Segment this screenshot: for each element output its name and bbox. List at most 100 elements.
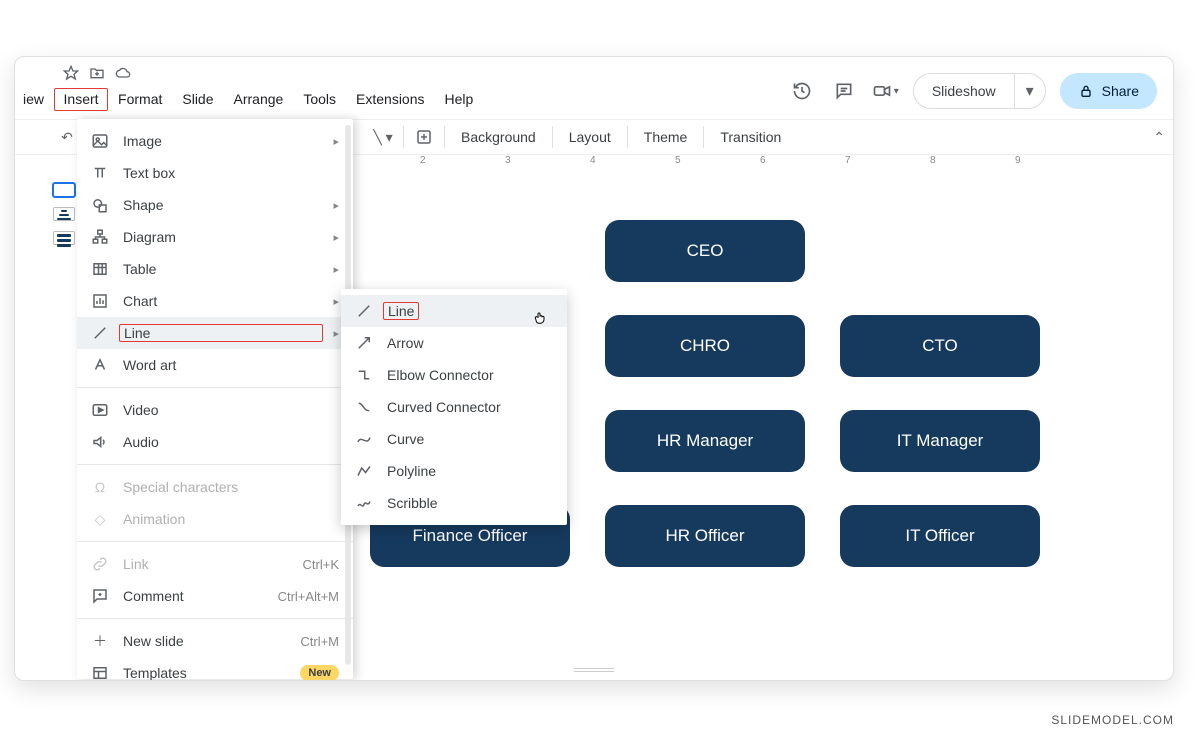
slide-thumbnail-2[interactable] (53, 207, 75, 221)
ruler-tick: 3 (505, 155, 511, 166)
insert-table[interactable]: Table▸ (77, 253, 353, 285)
separator (444, 126, 445, 148)
menu-format[interactable]: Format (108, 87, 172, 111)
separator (403, 126, 404, 148)
meet-button[interactable]: ▾ (872, 81, 899, 101)
submenu-arrow-icon: ▸ (333, 327, 339, 340)
toolbar-transition[interactable]: Transition (712, 125, 789, 149)
org-box-cto[interactable]: CTO (840, 315, 1040, 377)
toolbar-background[interactable]: Background (453, 125, 544, 149)
templates-icon (91, 664, 109, 681)
comment-icon (91, 587, 109, 605)
line-icon (355, 302, 373, 320)
ruler-tick: 8 (930, 155, 936, 166)
line-option-polyline[interactable]: Polyline (341, 455, 567, 487)
audio-icon (91, 433, 109, 451)
move-to-folder-icon[interactable] (89, 65, 105, 86)
insert-textbox[interactable]: Text box (77, 157, 353, 189)
chart-icon (91, 292, 109, 310)
separator (627, 126, 628, 148)
share-button[interactable]: Share (1060, 73, 1157, 109)
line-option-line[interactable]: Line (341, 295, 567, 327)
table-icon (91, 260, 109, 278)
toolbar-add-slide[interactable] (412, 125, 436, 149)
menu-extensions[interactable]: Extensions (346, 87, 434, 111)
slideshow-group: Slideshow ▾ (913, 73, 1046, 109)
menu-tools[interactable]: Tools (293, 87, 346, 111)
menu-slide[interactable]: Slide (172, 87, 223, 111)
ruler-tick: 7 (845, 155, 851, 166)
line-option-scribble[interactable]: Scribble (341, 487, 567, 519)
line-option-curve[interactable]: Curve (341, 423, 567, 455)
ruler-tick: 4 (590, 155, 596, 166)
org-box-itofficer[interactable]: IT Officer (840, 505, 1040, 567)
insert-link: LinkCtrl+K (77, 548, 353, 580)
line-option-elbow[interactable]: Elbow Connector (341, 359, 567, 391)
org-box-hrofficer[interactable]: HR Officer (605, 505, 805, 567)
video-icon (91, 401, 109, 419)
insert-image[interactable]: Image▸ (77, 125, 353, 157)
elbow-connector-icon (355, 366, 373, 384)
ruler: 2 3 4 5 6 7 8 9 (370, 155, 1143, 173)
insert-line[interactable]: Line▸ (77, 317, 353, 349)
menu-separator (77, 618, 353, 619)
toolbar-collapse[interactable]: ⌃ (1153, 129, 1165, 146)
submenu-arrow-icon: ▸ (333, 263, 339, 276)
insert-new-slide[interactable]: ＋New slideCtrl+M (77, 625, 353, 657)
cloud-status-icon[interactable] (115, 65, 131, 86)
org-box-ceo[interactable]: CEO (605, 220, 805, 282)
polyline-icon (355, 462, 373, 480)
ruler-tick: 9 (1015, 155, 1021, 166)
line-option-curved[interactable]: Curved Connector (341, 391, 567, 423)
insert-video[interactable]: Video (77, 394, 353, 426)
insert-templates[interactable]: TemplatesNew (77, 657, 353, 681)
insert-chart[interactable]: Chart▸ (77, 285, 353, 317)
insert-shape[interactable]: Shape▸ (77, 189, 353, 221)
menu-view[interactable]: iew (19, 87, 54, 111)
insert-dropdown: Image▸ Text box Shape▸ Diagram▸ Table▸ C… (77, 119, 353, 679)
menu-separator (77, 387, 353, 388)
insert-special-chars: ΩSpecial characters (77, 471, 353, 503)
right-controls: ▾ Slideshow ▾ Share (788, 73, 1157, 109)
slideshow-caret[interactable]: ▾ (1015, 74, 1045, 108)
lock-icon (1078, 83, 1094, 99)
insert-wordart[interactable]: Word art (77, 349, 353, 381)
menu-separator (77, 464, 353, 465)
menu-arrange[interactable]: Arrange (224, 87, 294, 111)
filmstrip-handle[interactable] (574, 668, 614, 672)
toolbar-undo[interactable]: ↶ (55, 125, 79, 149)
star-icon[interactable] (63, 65, 79, 86)
submenu-arrow-icon: ▸ (333, 135, 339, 148)
curve-icon (355, 430, 373, 448)
slide-thumbnail-3[interactable] (53, 231, 75, 245)
ruler-tick: 5 (675, 155, 681, 166)
toolbar-layout[interactable]: Layout (561, 125, 619, 149)
menu-help[interactable]: Help (435, 87, 484, 111)
org-box-hrmanager[interactable]: HR Manager (605, 410, 805, 472)
org-box-chro[interactable]: CHRO (605, 315, 805, 377)
link-icon (91, 555, 109, 573)
titlebar-icons (63, 65, 131, 86)
textbox-icon (91, 164, 109, 182)
toolbar-line-tool[interactable]: ╲ ▾ (371, 125, 395, 149)
shape-icon (91, 196, 109, 214)
toolbar-theme[interactable]: Theme (636, 125, 696, 149)
menu-insert[interactable]: Insert (54, 88, 108, 111)
plus-icon: ＋ (91, 632, 109, 650)
insert-comment[interactable]: CommentCtrl+Alt+M (77, 580, 353, 612)
org-box-itmanager[interactable]: IT Manager (840, 410, 1040, 472)
slideshow-button[interactable]: Slideshow (914, 74, 1015, 108)
menubar: iew Insert Format Slide Arrange Tools Ex… (19, 87, 483, 111)
history-icon[interactable] (788, 77, 816, 105)
animation-icon: ◇ (91, 510, 109, 528)
insert-animation: ◇Animation (77, 503, 353, 535)
line-option-arrow[interactable]: Arrow (341, 327, 567, 359)
insert-audio[interactable]: Audio (77, 426, 353, 458)
separator (552, 126, 553, 148)
insert-diagram[interactable]: Diagram▸ (77, 221, 353, 253)
diagram-icon (91, 228, 109, 246)
curved-connector-icon (355, 398, 373, 416)
comments-icon[interactable] (830, 77, 858, 105)
slide-thumbnail-1[interactable] (53, 183, 75, 197)
slide-panel (15, 175, 85, 680)
